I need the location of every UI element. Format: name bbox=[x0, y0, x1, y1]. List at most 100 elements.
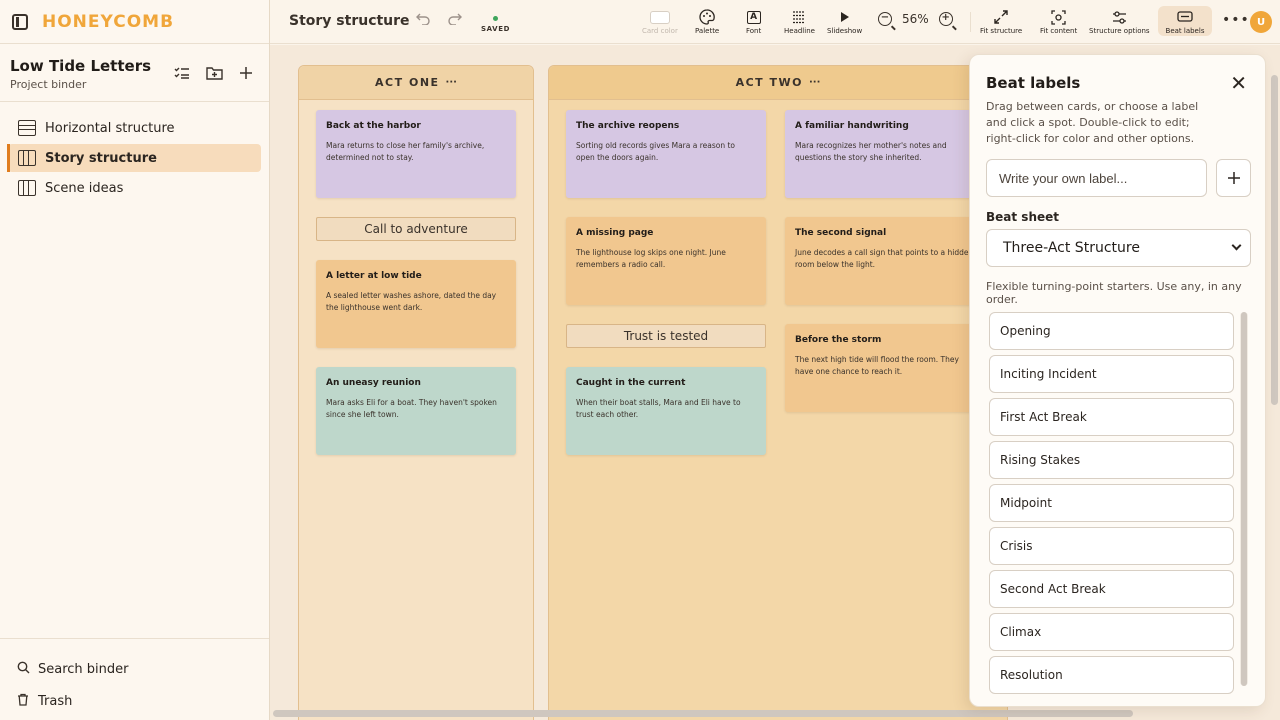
card-title: A letter at low tide bbox=[326, 271, 422, 281]
toolbar: Story structure SAVED Card color Palette… bbox=[270, 0, 1280, 44]
card[interactable]: A missing page The lighthouse log skips … bbox=[566, 217, 766, 305]
binder-item-label: Scene ideas bbox=[45, 180, 124, 196]
search-binder-button[interactable]: Search binder bbox=[0, 653, 269, 685]
panel-scrollbar[interactable] bbox=[1240, 312, 1248, 686]
card-title: Back at the harbor bbox=[326, 121, 421, 131]
panel-scrollbar-thumb[interactable] bbox=[1241, 312, 1247, 686]
slideshow-label: Slideshow bbox=[827, 27, 863, 35]
binder-item-label: Horizontal structure bbox=[45, 120, 175, 136]
card-color-label: Card color bbox=[642, 27, 678, 35]
zoom-in-icon[interactable]: + bbox=[938, 12, 953, 26]
search-icon bbox=[16, 661, 30, 678]
undo-icon[interactable] bbox=[416, 11, 430, 29]
font-button[interactable]: A Font bbox=[746, 8, 761, 35]
binder-item-scene-ideas[interactable]: Scene ideas bbox=[8, 174, 261, 202]
card-title: Caught in the current bbox=[576, 378, 686, 388]
headline-button[interactable]: Headline bbox=[784, 8, 815, 35]
card[interactable]: A letter at low tide A sealed letter was… bbox=[316, 260, 516, 348]
project-actions bbox=[173, 64, 255, 82]
fit-content-label: Fit content bbox=[1040, 27, 1078, 35]
project-header: Low Tide Letters Project binder bbox=[0, 44, 269, 102]
headline-label: Headline bbox=[784, 27, 815, 35]
card[interactable]: A familiar handwriting Mara recognizes h… bbox=[785, 110, 985, 198]
beat-sheet-label: Beat sheet bbox=[986, 210, 1059, 224]
card[interactable]: Back at the harbor Mara returns to close… bbox=[316, 110, 516, 198]
font-icon: A bbox=[746, 10, 761, 24]
redo-icon[interactable] bbox=[448, 11, 462, 29]
columns-icon bbox=[18, 180, 36, 196]
column-act-one[interactable]: ACT ONE ··· Back at the harbor Mara retu… bbox=[298, 65, 534, 720]
fit-content-button[interactable]: Fit content bbox=[1040, 8, 1077, 35]
avatar[interactable]: U bbox=[1250, 11, 1272, 33]
beat-option-climax[interactable]: Climax bbox=[989, 613, 1234, 651]
beat-labels-label: Beat labels bbox=[1165, 27, 1205, 35]
column-menu-icon[interactable]: ··· bbox=[809, 77, 820, 88]
rows-icon bbox=[18, 120, 36, 136]
card-body: Sorting old records gives Mara a reason … bbox=[576, 141, 736, 162]
beat-option-crisis[interactable]: Crisis bbox=[989, 527, 1234, 565]
beat-sheet-select[interactable]: Three-Act Structure bbox=[986, 229, 1251, 267]
column-act-two[interactable]: ACT TWO ··· The archive reopens Sorting … bbox=[548, 65, 1008, 720]
card-title: The archive reopens bbox=[576, 121, 680, 131]
slideshow-button[interactable]: Slideshow bbox=[827, 8, 862, 35]
app-logo: HONEYCOMB bbox=[42, 11, 175, 32]
save-status: SAVED bbox=[481, 16, 509, 33]
custom-label-input[interactable] bbox=[986, 159, 1207, 197]
beat-sheet-hint: Flexible turning-point starters. Use any… bbox=[986, 280, 1242, 306]
card-body: Mara asks Eli for a boat. They haven't s… bbox=[326, 398, 497, 419]
card-title: The second signal bbox=[795, 228, 887, 238]
panel-title: Beat labels bbox=[986, 74, 1081, 92]
vertical-scrollbar[interactable] bbox=[1271, 75, 1278, 405]
card[interactable]: The second signal June decodes a call si… bbox=[785, 217, 985, 305]
more-options-icon[interactable]: ••• bbox=[1222, 12, 1250, 28]
fit-structure-button[interactable]: Fit structure bbox=[980, 8, 1022, 35]
beat-option-first-act-break[interactable]: First Act Break bbox=[989, 398, 1234, 436]
beat-label[interactable]: Trust is tested bbox=[566, 324, 766, 348]
zoom-out-icon[interactable]: − bbox=[878, 12, 892, 26]
palette-button[interactable]: Palette bbox=[695, 8, 719, 35]
structure-options-button[interactable]: Structure options bbox=[1089, 8, 1150, 35]
column-header[interactable]: ACT TWO ··· bbox=[549, 66, 1007, 100]
binder-item-story-structure[interactable]: Story structure bbox=[7, 144, 261, 172]
search-binder-label: Search binder bbox=[38, 661, 129, 677]
page-title: Story structure bbox=[289, 13, 410, 29]
trash-button[interactable]: Trash bbox=[0, 685, 269, 717]
expand-icon bbox=[980, 8, 1022, 26]
columns-icon bbox=[18, 150, 36, 166]
horizontal-scrollbar[interactable] bbox=[273, 710, 1133, 717]
beat-labels-button[interactable]: Beat labels bbox=[1158, 6, 1212, 36]
beat-option-rising-stakes[interactable]: Rising Stakes bbox=[989, 441, 1234, 479]
beat-option-midpoint[interactable]: Midpoint bbox=[989, 484, 1234, 522]
card-body: June decodes a call sign that points to … bbox=[795, 248, 974, 269]
column-header[interactable]: ACT ONE ··· bbox=[299, 66, 533, 100]
add-label-button[interactable] bbox=[1216, 159, 1251, 197]
card[interactable]: Before the storm The next high tide will… bbox=[785, 324, 985, 412]
label-icon bbox=[1162, 8, 1208, 26]
checklist-icon[interactable] bbox=[173, 64, 191, 82]
font-label: Font bbox=[746, 27, 762, 35]
beat-option-second-act-break[interactable]: Second Act Break bbox=[989, 570, 1234, 608]
card-body: A sealed letter washes ashore, dated the… bbox=[326, 291, 497, 312]
add-item-icon[interactable] bbox=[237, 64, 255, 82]
card[interactable]: An uneasy reunion Mara asks Eli for a bo… bbox=[316, 367, 516, 455]
beat-sheet-value: Three-Act Structure bbox=[1003, 240, 1140, 256]
card-body: The next high tide will flood the room. … bbox=[795, 355, 959, 376]
fit-structure-label: Fit structure bbox=[980, 27, 1023, 35]
card[interactable]: Caught in the current When their boat st… bbox=[566, 367, 766, 455]
column-menu-icon[interactable]: ··· bbox=[446, 77, 457, 88]
palette-label: Palette bbox=[695, 27, 720, 35]
new-folder-icon[interactable] bbox=[205, 64, 223, 82]
sidebar-collapse-icon[interactable] bbox=[12, 13, 28, 30]
binder-item-horizontal-structure[interactable]: Horizontal structure bbox=[8, 114, 261, 142]
sidebar: HONEYCOMB Low Tide Letters Project binde… bbox=[0, 0, 270, 720]
beat-option-opening[interactable]: Opening bbox=[989, 312, 1234, 350]
binder-list: Horizontal structure Story structure Sce… bbox=[0, 102, 269, 202]
sidebar-footer: Search binder Trash bbox=[0, 638, 269, 720]
beat-option-resolution[interactable]: Resolution bbox=[989, 656, 1234, 694]
beat-option-inciting-incident[interactable]: Inciting Incident bbox=[989, 355, 1234, 393]
card-color-button[interactable]: Card color bbox=[642, 8, 678, 35]
beat-label[interactable]: Call to adventure bbox=[316, 217, 516, 241]
close-icon[interactable]: ✕ bbox=[1230, 73, 1247, 93]
focus-icon bbox=[1040, 8, 1077, 26]
card[interactable]: The archive reopens Sorting old records … bbox=[566, 110, 766, 198]
